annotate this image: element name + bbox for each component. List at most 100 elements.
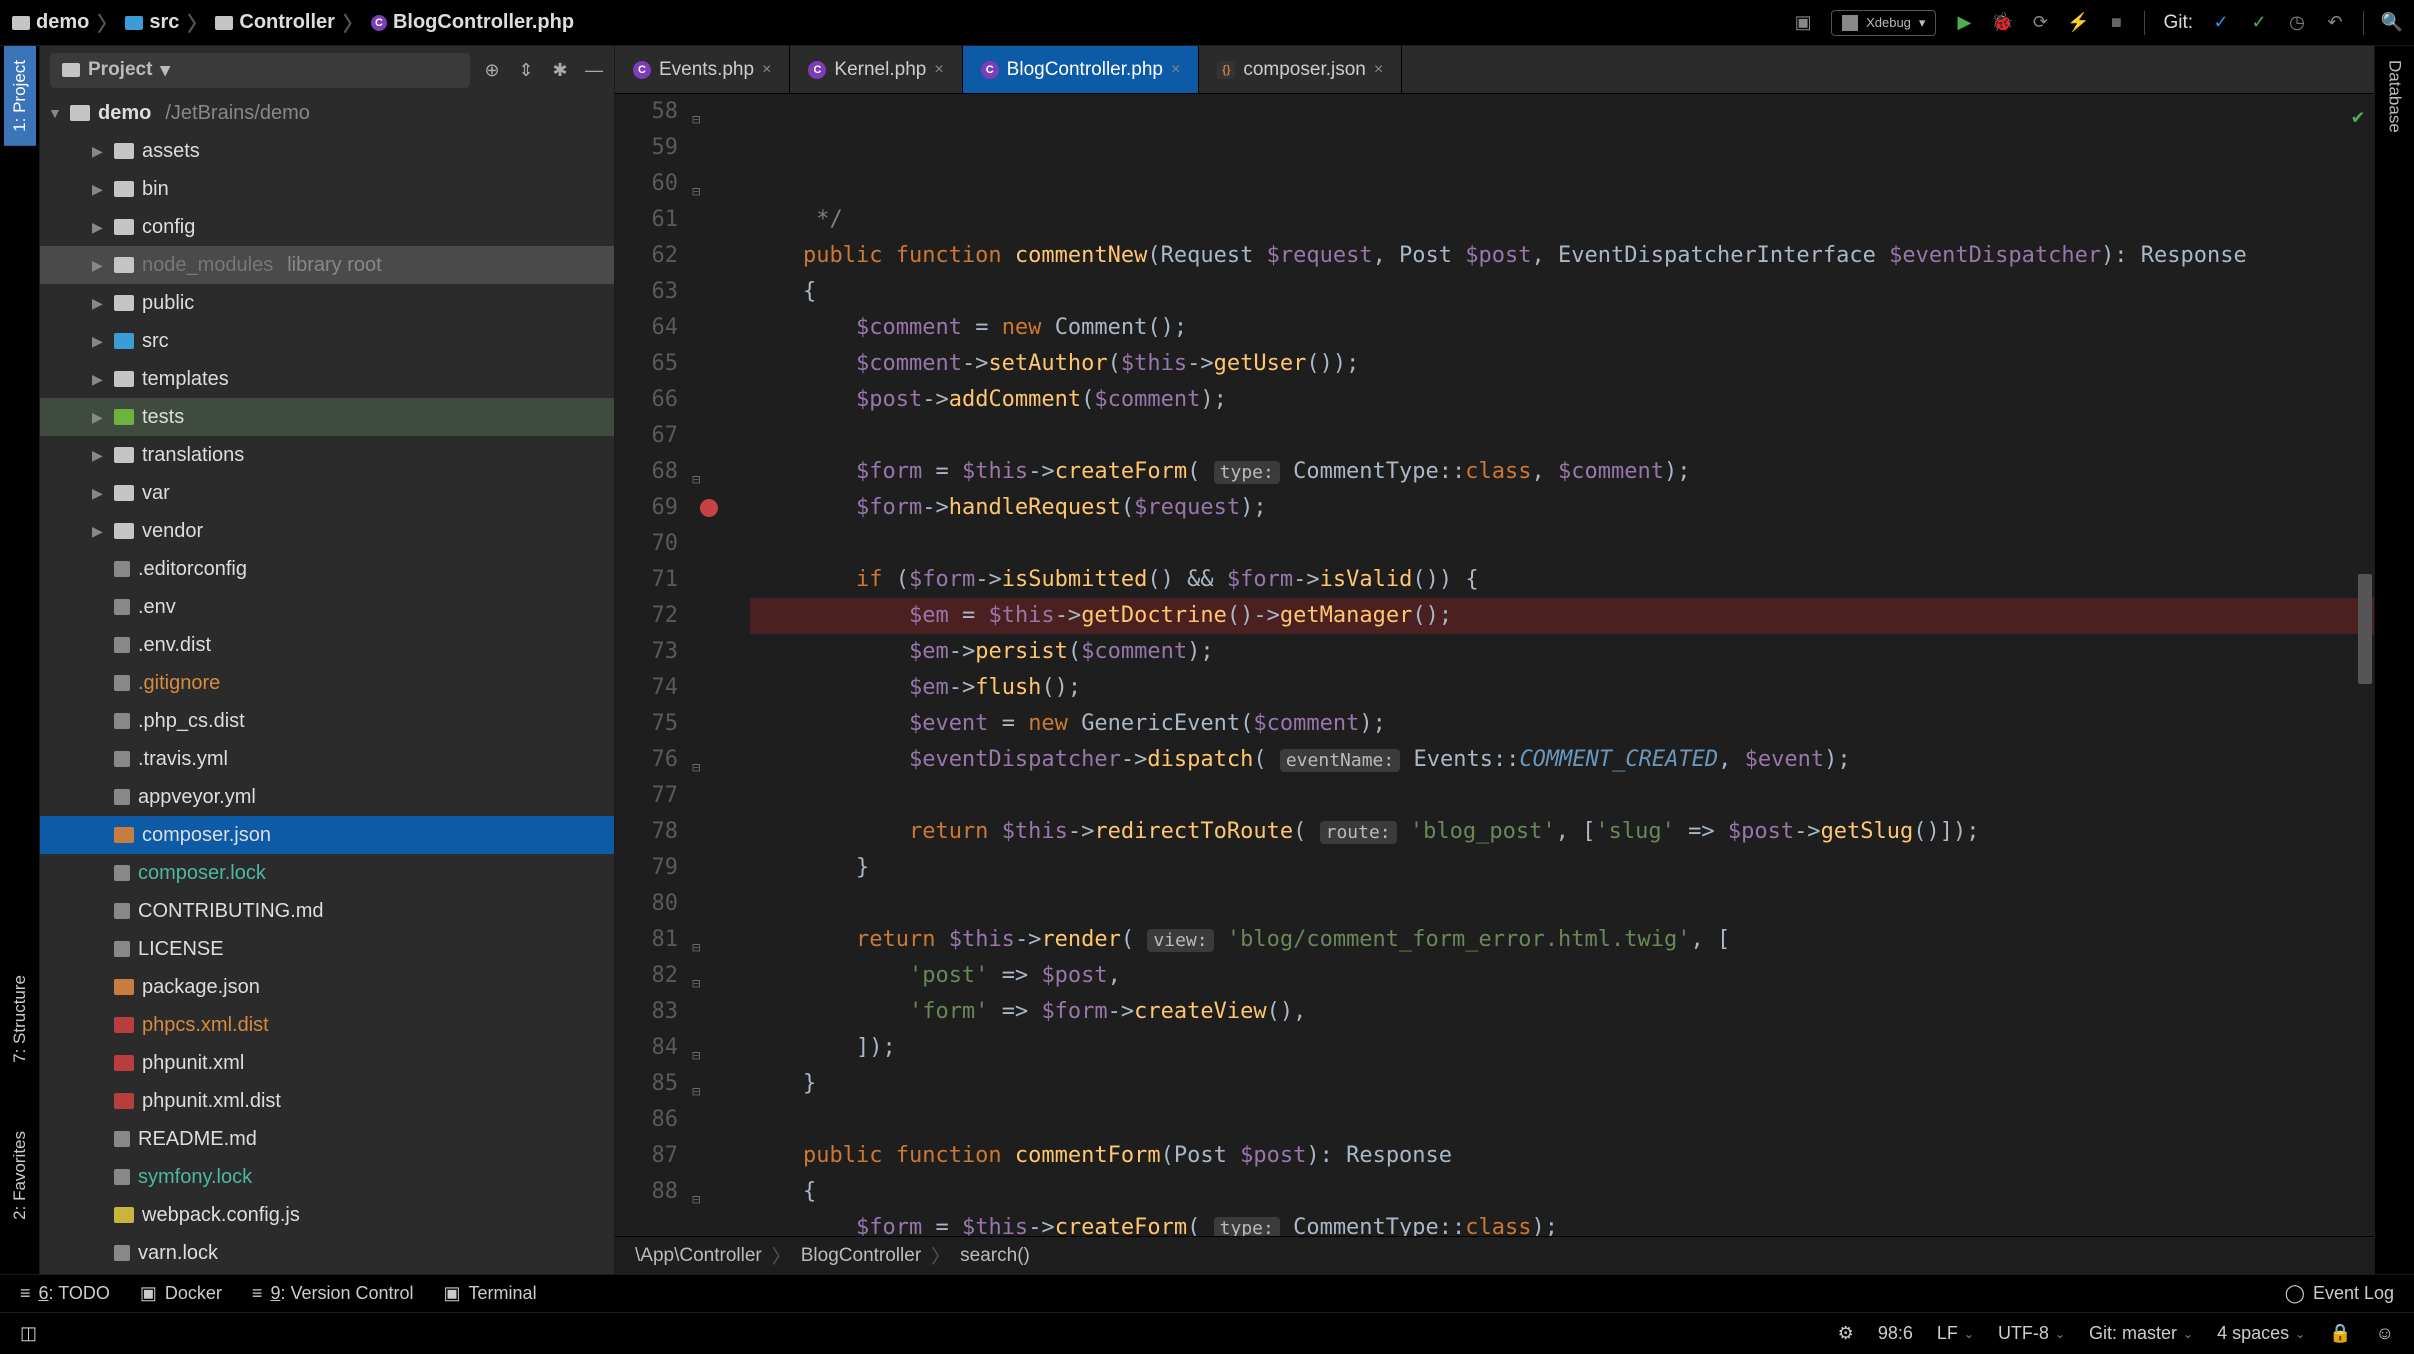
tree-item[interactable]: webpack.config.js [40,1196,614,1234]
tree-item[interactable]: ▶src [40,322,614,360]
project-dropdown-label: Project [88,59,152,81]
status-indent[interactable]: 4 spaces ⌄ [2217,1323,2305,1344]
breadcrumb-item[interactable]: src [125,11,179,34]
git-history-icon[interactable]: ◷ [2287,13,2307,33]
tree-item[interactable]: .gitignore [40,664,614,702]
editor-crumb[interactable]: \App\Controller [635,1245,762,1267]
tree-item[interactable]: LICENSE [40,930,614,968]
hide-icon[interactable]: — [584,60,604,80]
search-icon[interactable]: 🔍 [2382,13,2402,33]
tree-root[interactable]: ▼demo/JetBrains/demo [40,94,614,132]
status-inspector-icon[interactable]: ☺ [2376,1323,2394,1344]
tree-item[interactable]: symfony.lock [40,1158,614,1196]
breadcrumb-item[interactable]: demo [12,11,89,34]
project-tree[interactable]: ▼demo/JetBrains/demo▶assets▶bin▶config▶n… [40,94,614,1274]
run-config-dropdown[interactable]: Xdebug ▾ [1831,10,1936,36]
editor-tab[interactable]: CBlogController.php× [963,46,1200,93]
breakpoint-icon[interactable] [700,499,718,517]
tree-item[interactable]: .travis.yml [40,740,614,778]
status-encoding[interactable]: UTF-8 ⌄ [1998,1323,2065,1344]
settings-icon[interactable]: ✱ [550,60,570,80]
tree-item[interactable]: .editorconfig [40,550,614,588]
status-caret-pos[interactable]: 98:6 [1878,1323,1913,1344]
tree-item[interactable]: .env.dist [40,626,614,664]
scrollbar-thumb[interactable] [2358,574,2372,684]
project-view-dropdown[interactable]: Project ▾ [50,53,470,88]
fold-icon[interactable]: ⊟ [692,1074,700,1110]
tree-item[interactable]: phpunit.xml.dist [40,1082,614,1120]
tree-item[interactable]: ▶var [40,474,614,512]
tree-item[interactable]: ▶vendor [40,512,614,550]
stop-icon[interactable]: ■ [2106,13,2126,33]
run-icon[interactable]: ▶ [1954,13,1974,33]
close-icon[interactable]: × [1374,61,1383,79]
close-icon[interactable]: × [934,61,943,79]
status-line-ending[interactable]: LF ⌄ [1937,1323,1974,1344]
bottom-tool-tab[interactable]: ▣ Terminal [444,1283,537,1304]
fold-icon[interactable]: ⊟ [692,462,700,498]
fold-icon[interactable]: ⊟ [692,966,700,1002]
tool-tab-database[interactable]: Database [2379,46,2411,147]
bottom-tool-tab[interactable]: ≡ 6: TODO [20,1283,110,1304]
fold-icon[interactable]: ⊟ [692,930,700,966]
status-processes-icon[interactable]: ⚙ [1838,1323,1854,1344]
tree-item[interactable]: README.md [40,1120,614,1158]
tree-item[interactable]: package.json [40,968,614,1006]
gutter-marks[interactable]: ⊟⊟⊟⊟⊟⊟⊟⊟⊟ [690,94,740,1236]
profile-icon[interactable]: ⚡ [2068,13,2088,33]
close-icon[interactable]: × [1171,61,1180,79]
git-commit-icon[interactable]: ✓ [2249,13,2269,33]
tree-item[interactable]: composer.json [40,816,614,854]
fold-icon[interactable]: ⊟ [692,174,700,210]
tool-tab[interactable]: 2: Favorites [4,1117,36,1234]
git-update-icon[interactable]: ✓ [2211,13,2231,33]
editor-crumb[interactable]: BlogController [801,1245,921,1267]
fold-icon[interactable]: ⊟ [692,102,700,138]
fold-icon[interactable]: ⊟ [692,1182,700,1218]
editor-tab[interactable]: CEvents.php× [615,46,790,93]
tree-item[interactable]: phpcs.xml.dist [40,1006,614,1044]
status-windows-icon[interactable]: ◫ [20,1323,37,1344]
collapse-icon[interactable]: ⇕ [516,60,536,80]
bottom-tool-tab[interactable]: ▣ Docker [140,1283,222,1304]
tree-item[interactable]: phpunit.xml [40,1044,614,1082]
tree-item[interactable]: varn.lock [40,1234,614,1272]
build-icon[interactable]: ▣ [1793,13,1813,33]
tree-item[interactable]: .env [40,588,614,626]
close-icon[interactable]: × [762,61,771,79]
fold-icon[interactable]: ⊟ [692,1038,700,1074]
debug-icon[interactable]: 🐞 [1992,13,2012,33]
editor-breadcrumbs[interactable]: \App\Controller〉BlogController〉search() [615,1236,2374,1274]
file-icon [114,1245,130,1261]
tree-item[interactable]: ▶assets [40,132,614,170]
event-log-button[interactable]: ◯ Event Log [2285,1283,2394,1304]
editor-tab[interactable]: {}composer.json× [1199,46,1402,93]
tool-tab[interactable]: 7: Structure [4,961,36,1077]
tree-item[interactable]: .php_cs.dist [40,702,614,740]
breadcrumb-item[interactable]: CBlogController.php [371,11,574,34]
tree-item[interactable]: ▶config [40,208,614,246]
fold-icon[interactable]: ⊟ [692,750,700,786]
locate-icon[interactable]: ⊕ [482,60,502,80]
code-editor[interactable]: 5859606162636465666768697071727374757677… [615,94,2374,1236]
git-revert-icon[interactable]: ↶ [2325,13,2345,33]
status-git-branch[interactable]: Git: master ⌄ [2089,1323,2193,1344]
tree-item[interactable]: appveyor.yml [40,778,614,816]
status-lock-icon[interactable]: 🔒 [2329,1323,2351,1344]
tree-item[interactable]: ▶tests [40,398,614,436]
inspection-ok-icon[interactable]: ✔ [2352,98,2364,134]
tree-item[interactable]: ▶public [40,284,614,322]
tree-item[interactable]: composer.lock [40,854,614,892]
tree-item[interactable]: CONTRIBUTING.md [40,892,614,930]
tree-item[interactable]: ▶bin [40,170,614,208]
coverage-icon[interactable]: ⟳ [2030,13,2050,33]
code-content[interactable]: ✔ */ public function commentNew(Request … [740,94,2374,1236]
editor-crumb[interactable]: search() [960,1245,1030,1267]
editor-tab[interactable]: CKernel.php× [790,46,962,93]
tree-item[interactable]: ▶node_moduleslibrary root [40,246,614,284]
tree-item[interactable]: ▶templates [40,360,614,398]
tool-tab[interactable]: 1: Project [4,46,36,146]
breadcrumb-item[interactable]: Controller [215,11,335,34]
bottom-tool-tab[interactable]: ≡ 9: Version Control [252,1283,414,1304]
tree-item[interactable]: ▶translations [40,436,614,474]
